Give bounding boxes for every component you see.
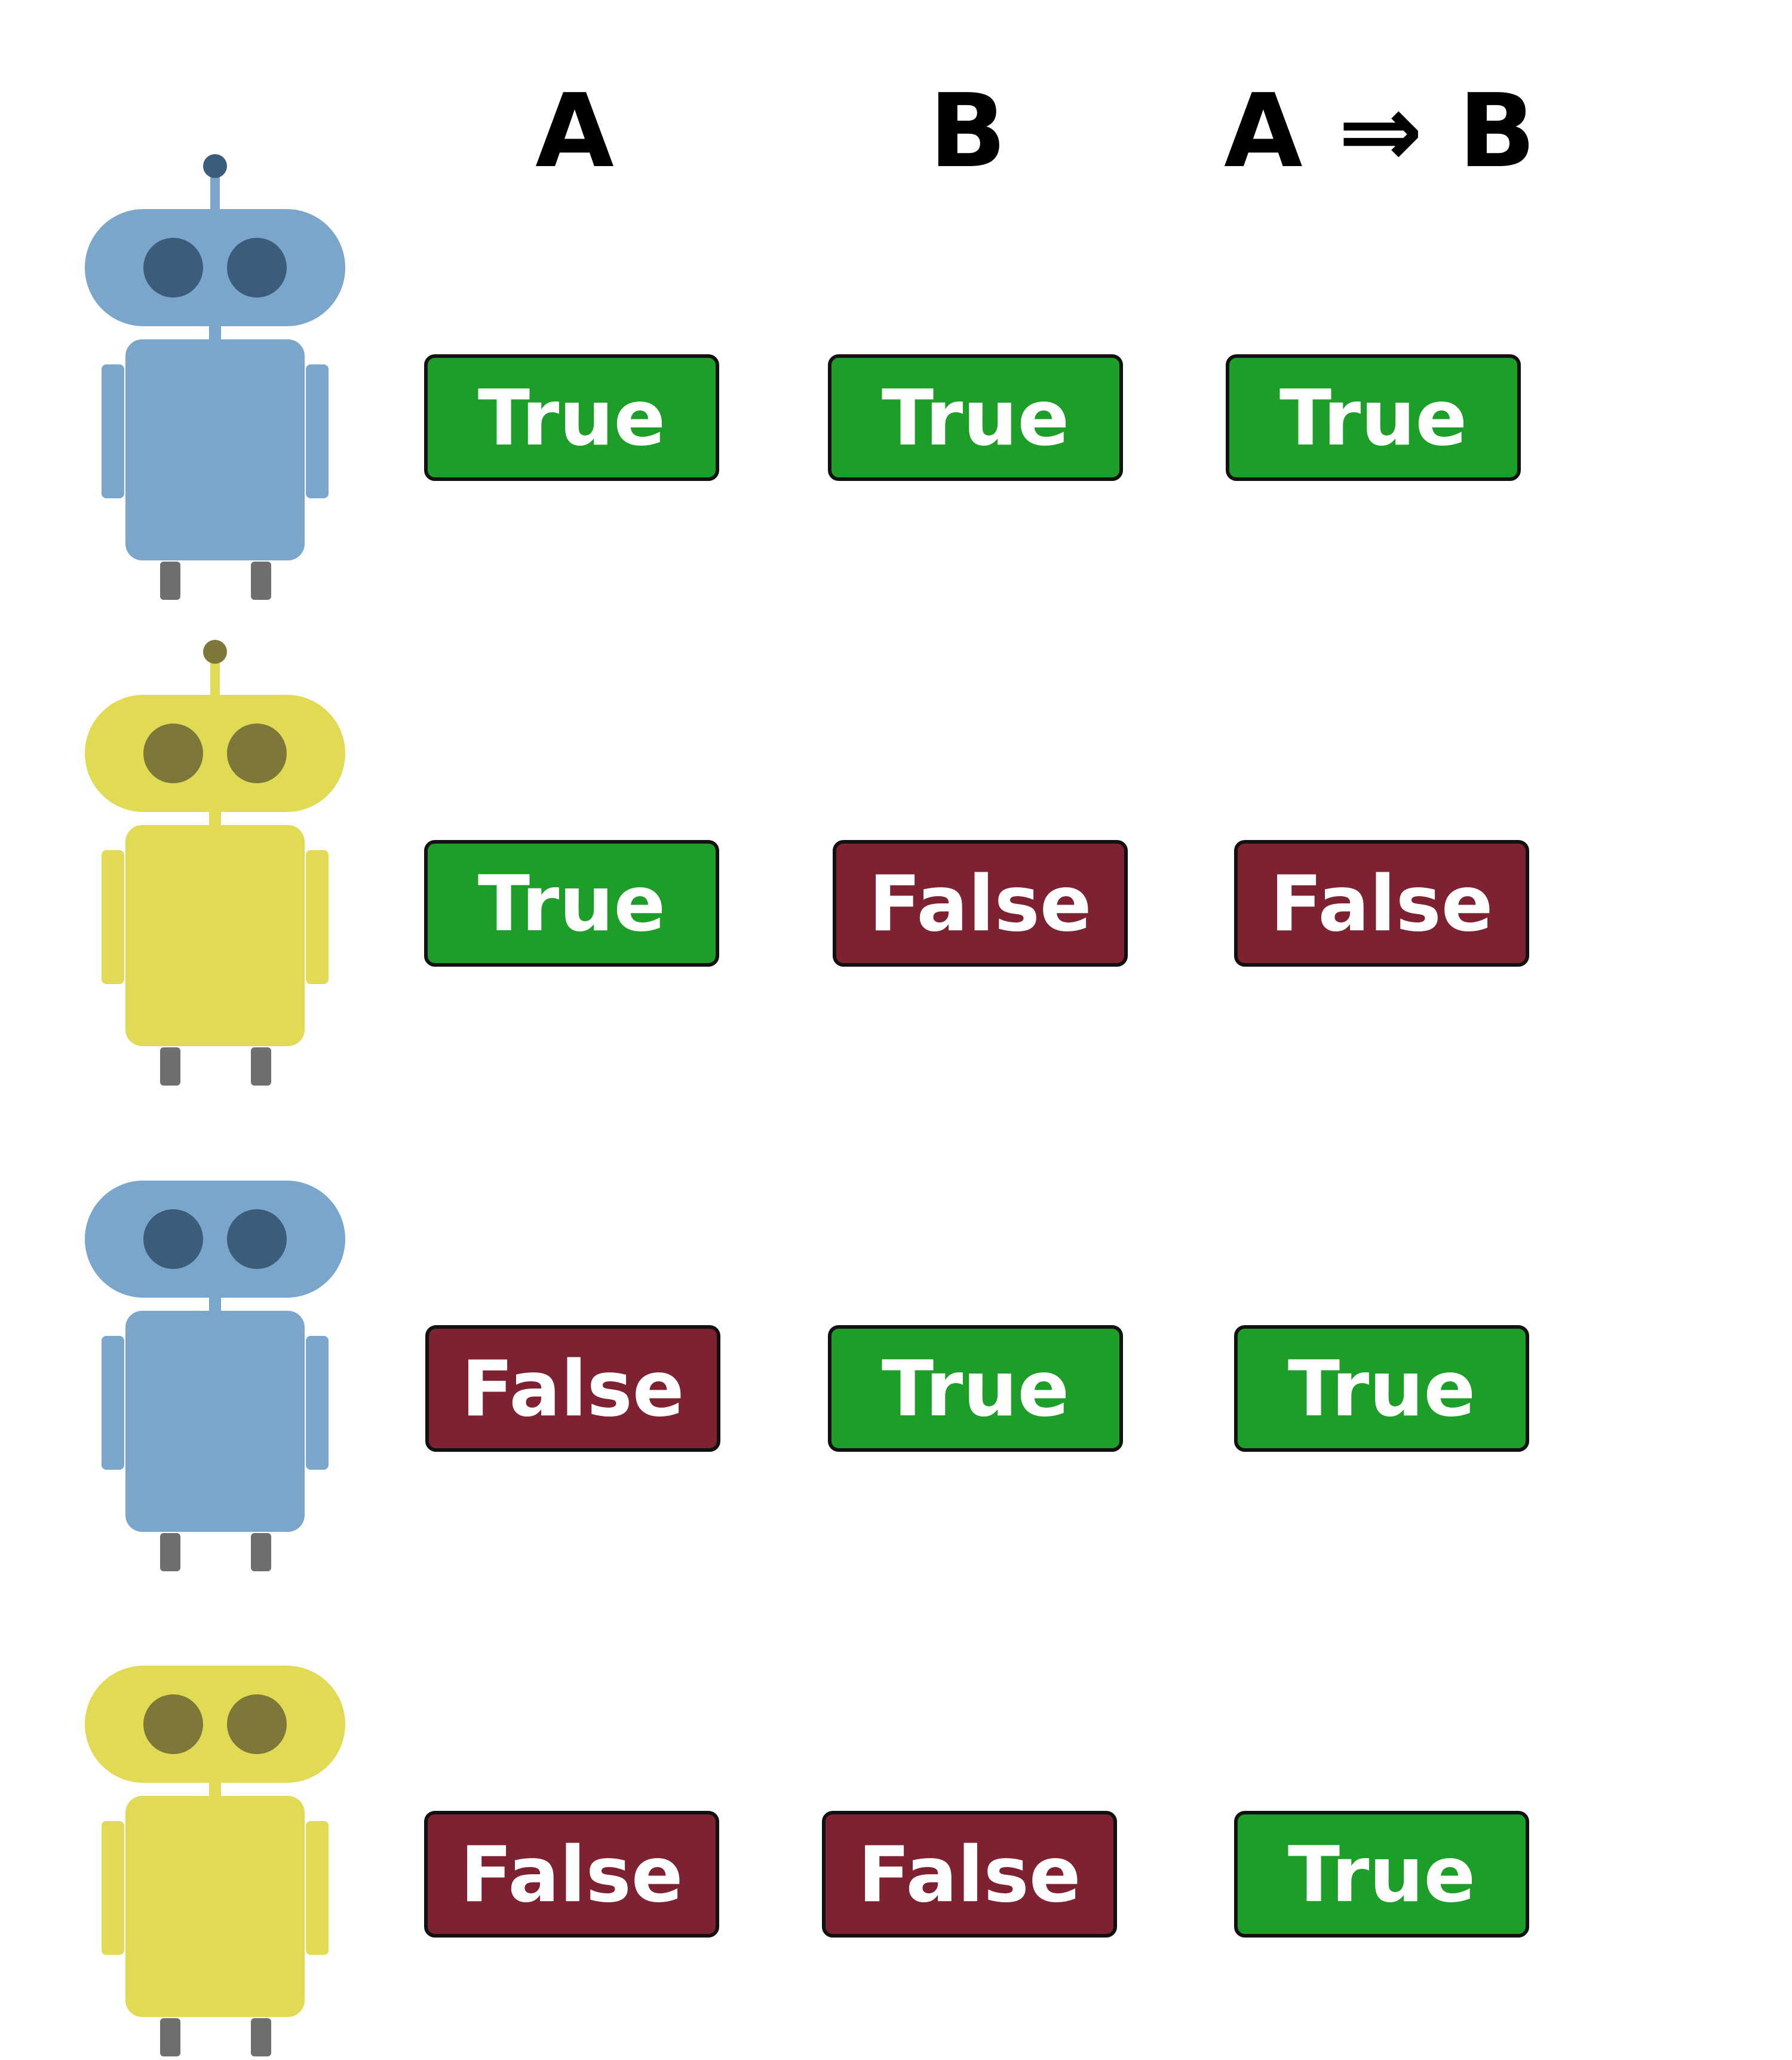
cell-b: False xyxy=(833,840,1128,967)
column-header-b: B xyxy=(929,72,1007,191)
cell-b: False xyxy=(822,1811,1117,1938)
column-header-implication: A ⇒ B xyxy=(1224,72,1536,191)
robot-leg-left xyxy=(160,2018,180,2056)
robot-antenna-tip xyxy=(203,640,227,664)
robot-eye-left xyxy=(143,724,203,783)
robot-head xyxy=(85,1666,345,1783)
robot-head xyxy=(85,209,345,326)
robot-arm-left xyxy=(102,850,124,984)
robot-leg-right xyxy=(251,1047,271,1086)
robot-figure xyxy=(85,1666,345,2056)
robot-head xyxy=(85,1181,345,1298)
robot-figure xyxy=(85,640,345,1086)
robot-eye-right xyxy=(227,1209,287,1269)
column-header-a: A xyxy=(535,72,614,191)
robot-arm-left xyxy=(102,1821,124,1955)
robot-leg-left xyxy=(160,1533,180,1571)
robot-eye-right xyxy=(227,238,287,298)
robot-figure xyxy=(85,1181,345,1571)
robot-body xyxy=(125,1796,305,2017)
robot-icon xyxy=(72,1606,358,2060)
robot-leg-left xyxy=(160,1047,180,1086)
cell-implication: False xyxy=(1234,840,1529,967)
robot-head xyxy=(85,695,345,812)
robot-icon xyxy=(72,1121,358,1575)
cell-b: True xyxy=(828,1325,1123,1452)
robot-arm-right xyxy=(306,1821,329,1955)
cell-a: True xyxy=(424,354,719,481)
robot-arm-left xyxy=(102,364,124,498)
cell-implication: True xyxy=(1234,1811,1529,1938)
robot-icon xyxy=(72,149,358,603)
robot-antenna-tip xyxy=(203,154,227,178)
cell-implication: True xyxy=(1234,1325,1529,1452)
cell-a: False xyxy=(424,1811,719,1938)
robot-arm-right xyxy=(306,364,329,498)
cell-b: True xyxy=(828,354,1123,481)
robot-leg-right xyxy=(251,1533,271,1571)
robot-leg-right xyxy=(251,2018,271,2056)
cell-a: True xyxy=(424,840,719,967)
robot-body xyxy=(125,1311,305,1532)
robot-eye-left xyxy=(143,238,203,298)
robot-body xyxy=(125,339,305,560)
robot-arm-right xyxy=(306,850,329,984)
robot-arm-right xyxy=(306,1336,329,1470)
robot-icon xyxy=(72,635,358,1089)
robot-arm-left xyxy=(102,1336,124,1470)
robot-eye-right xyxy=(227,1694,287,1754)
cell-implication: True xyxy=(1226,354,1521,481)
robot-figure xyxy=(85,154,345,600)
cell-a: False xyxy=(425,1325,720,1452)
robot-eye-left xyxy=(143,1209,203,1269)
robot-leg-left xyxy=(160,562,180,600)
robot-eye-left xyxy=(143,1694,203,1754)
robot-body xyxy=(125,825,305,1046)
robot-eye-right xyxy=(227,724,287,783)
robot-leg-right xyxy=(251,562,271,600)
